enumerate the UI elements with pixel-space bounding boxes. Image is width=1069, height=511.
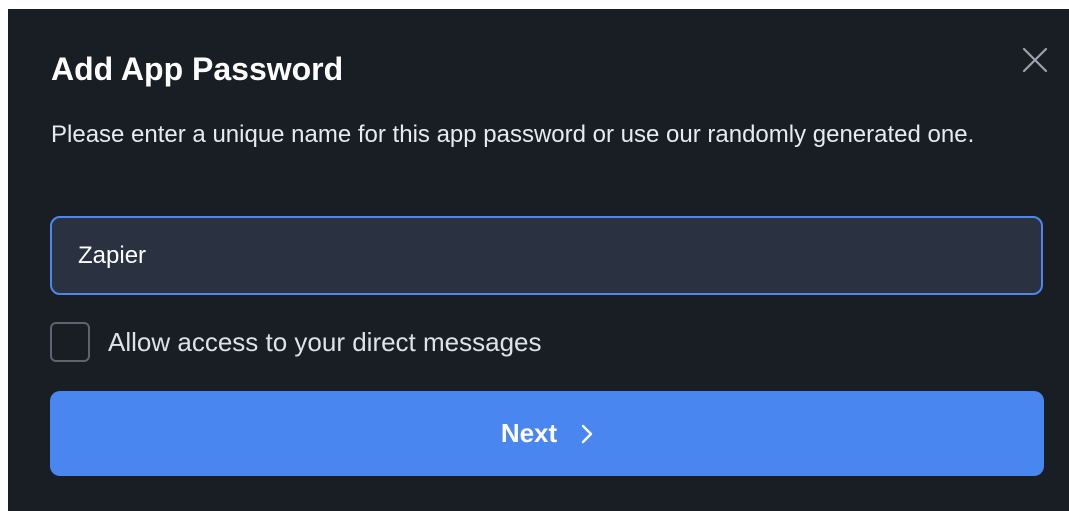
next-button[interactable]: Next xyxy=(50,391,1044,476)
checkbox-label: Allow access to your direct messages xyxy=(108,326,542,357)
next-button-label: Next xyxy=(500,418,558,448)
direct-messages-checkbox[interactable] xyxy=(50,322,90,362)
direct-messages-access-option[interactable]: Allow access to your direct messages xyxy=(50,322,542,362)
add-app-password-dialog: Add App Password Please enter a unique n… xyxy=(8,9,1069,511)
close-button[interactable] xyxy=(1018,43,1052,77)
close-icon xyxy=(1022,47,1048,73)
chevron-right-icon xyxy=(581,424,593,444)
app-password-name-input[interactable] xyxy=(50,216,1043,295)
dialog-description: Please enter a unique name for this app … xyxy=(51,121,975,148)
dialog-title: Add App Password xyxy=(51,51,344,87)
